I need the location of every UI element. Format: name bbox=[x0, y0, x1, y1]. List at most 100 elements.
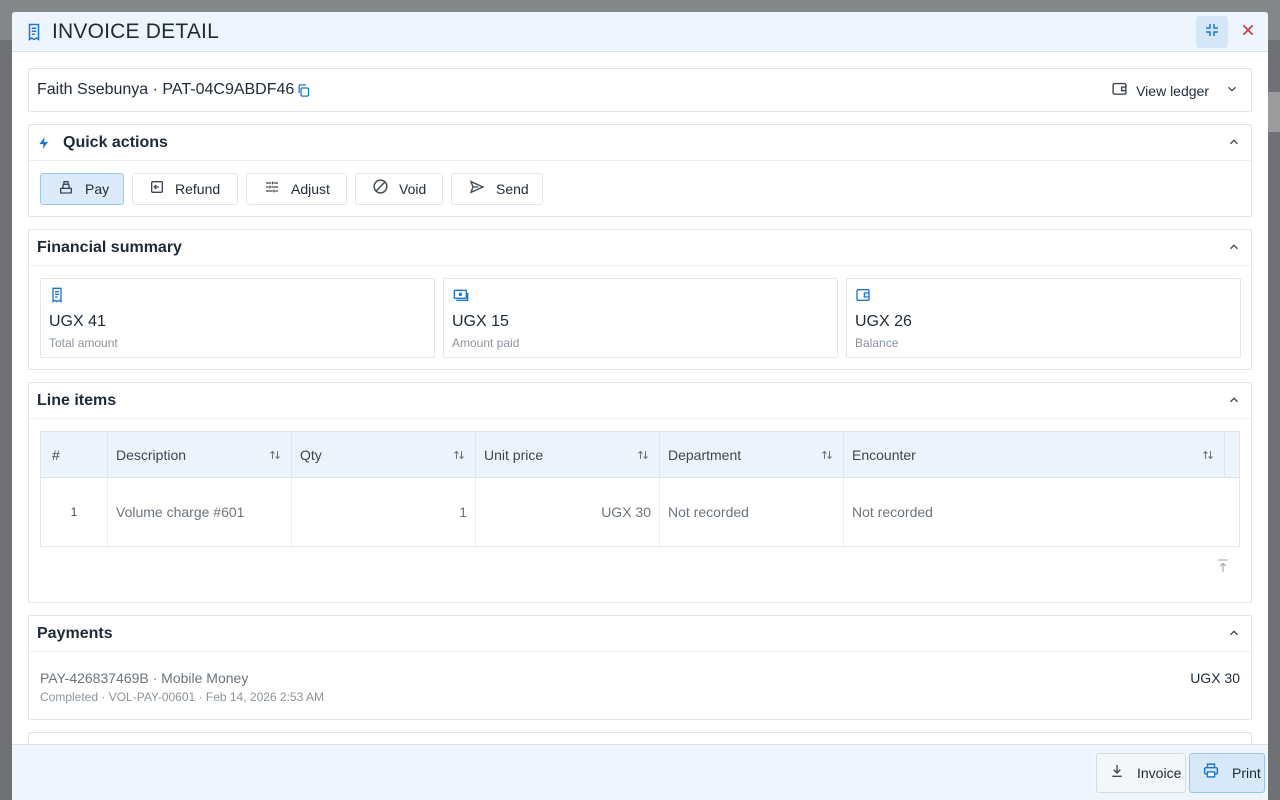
print-icon bbox=[1202, 762, 1220, 784]
adjust-label: Adjust bbox=[291, 181, 330, 197]
cell-index: 1 bbox=[41, 478, 108, 546]
amount-paid-value: UGX 15 bbox=[452, 313, 509, 330]
print-label: Print bbox=[1232, 765, 1261, 781]
quick-actions-toolbar: Pay Refund Adjust Void Send bbox=[29, 161, 1251, 205]
dialog-title: INVOICE DETAIL bbox=[52, 19, 219, 43]
line-items-table: # Description Qty Unit price Department … bbox=[40, 431, 1240, 547]
next-section bbox=[28, 732, 1252, 744]
pay-button[interactable]: Pay bbox=[40, 173, 124, 205]
bolt-icon bbox=[37, 135, 51, 151]
chevron-up-icon[interactable] bbox=[1227, 393, 1241, 412]
patient-bar: Faith Ssebunya · PAT-04C9ABDF46 View led… bbox=[28, 68, 1252, 112]
table-row[interactable]: 1 Volume charge #601 1 UGX 30 Not record… bbox=[41, 478, 1239, 546]
section-title: Line items bbox=[37, 391, 117, 409]
scroll-to-top-icon[interactable] bbox=[1215, 557, 1231, 580]
download-invoice-button[interactable]: Invoice bbox=[1096, 753, 1186, 793]
copy-icon[interactable] bbox=[296, 83, 311, 98]
send-icon bbox=[468, 179, 486, 200]
receipt-icon bbox=[49, 287, 65, 307]
quick-actions-header[interactable]: Quick actions bbox=[29, 125, 1251, 161]
cell-unit-price: UGX 30 bbox=[476, 478, 660, 546]
collapse-icon bbox=[1204, 22, 1220, 43]
line-items-header[interactable]: Line items bbox=[29, 383, 1251, 419]
send-button[interactable]: Send bbox=[451, 173, 543, 205]
download-icon bbox=[1109, 763, 1125, 784]
column-label: Unit price bbox=[484, 447, 544, 463]
column-header-encounter[interactable]: Encounter bbox=[844, 432, 1225, 478]
line-items-section: Line items # Description Qty Unit price … bbox=[28, 382, 1252, 603]
balance-value: UGX 26 bbox=[855, 313, 912, 330]
dialog-footer: Invoice Print bbox=[12, 744, 1268, 800]
total-amount-caption: Total amount bbox=[49, 336, 118, 350]
cash-register-icon bbox=[57, 179, 75, 200]
column-label: Encounter bbox=[852, 447, 916, 463]
invoice-detail-dialog: INVOICE DETAIL Faith Ssebunya · PAT-04C9… bbox=[12, 12, 1268, 800]
pay-label: Pay bbox=[85, 181, 110, 197]
sort-icon[interactable] bbox=[453, 448, 465, 464]
send-label: Send bbox=[496, 181, 529, 197]
collapse-button[interactable] bbox=[1196, 16, 1228, 48]
patient-label: Faith Ssebunya · PAT-04C9ABDF46 bbox=[37, 81, 295, 98]
wallet-icon bbox=[855, 289, 871, 307]
refund-button[interactable]: Refund bbox=[132, 173, 238, 205]
void-label: Void bbox=[399, 181, 427, 197]
column-header-index[interactable]: # bbox=[41, 432, 108, 478]
section-title: Payments bbox=[37, 624, 113, 642]
column-header-department[interactable]: Department bbox=[660, 432, 844, 478]
section-title: Quick actions bbox=[63, 133, 168, 151]
view-ledger-button[interactable]: View ledger bbox=[1111, 77, 1239, 105]
sort-icon[interactable] bbox=[1202, 448, 1214, 464]
dialog-header: INVOICE DETAIL bbox=[12, 12, 1268, 52]
total-amount-tile: UGX 41 Total amount bbox=[40, 278, 435, 358]
column-label: Qty bbox=[300, 447, 322, 463]
balance-tile: UGX 26 Balance bbox=[846, 278, 1241, 358]
cell-department: Not recorded bbox=[660, 478, 844, 546]
financial-summary-section: Financial summary UGX 41 Total amount UG… bbox=[28, 229, 1252, 370]
column-label: Department bbox=[668, 447, 742, 463]
payment-meta: Completed · VOL-PAY-00601 · Feb 14, 2026… bbox=[40, 690, 324, 704]
dialog-content[interactable]: Faith Ssebunya · PAT-04C9ABDF46 View led… bbox=[12, 52, 1268, 744]
chevron-down-icon bbox=[1225, 82, 1239, 101]
invoice-label: Invoice bbox=[1137, 765, 1182, 781]
amount-paid-tile: UGX 15 Amount paid bbox=[443, 278, 838, 358]
close-button[interactable] bbox=[1232, 16, 1264, 48]
close-icon bbox=[1240, 22, 1256, 43]
refund-label: Refund bbox=[175, 181, 221, 197]
financial-summary-header[interactable]: Financial summary bbox=[29, 230, 1251, 266]
chevron-up-icon[interactable] bbox=[1227, 240, 1241, 259]
sort-icon[interactable] bbox=[637, 448, 649, 464]
print-button[interactable]: Print bbox=[1189, 753, 1265, 793]
background-panel-edge bbox=[1268, 92, 1280, 132]
column-label: # bbox=[52, 447, 60, 463]
receipt-icon bbox=[24, 22, 44, 42]
column-header-description[interactable]: Description bbox=[108, 432, 292, 478]
amount-paid-caption: Amount paid bbox=[452, 336, 520, 350]
cell-qty: 1 bbox=[292, 478, 476, 546]
payment-reference: PAY-426837469B · Mobile Money bbox=[40, 670, 249, 686]
payments-header[interactable]: Payments bbox=[29, 616, 1251, 652]
adjust-button[interactable]: Adjust bbox=[246, 173, 347, 205]
sort-icon[interactable] bbox=[269, 448, 281, 464]
column-header-qty[interactable]: Qty bbox=[292, 432, 476, 478]
column-label: Description bbox=[116, 447, 187, 463]
section-title: Financial summary bbox=[37, 238, 182, 256]
chevron-up-icon[interactable] bbox=[1227, 626, 1241, 645]
summary-tiles: UGX 41 Total amount UGX 15 Amount paid U… bbox=[29, 266, 1251, 358]
column-header-unit-price[interactable]: Unit price bbox=[476, 432, 660, 478]
refund-icon bbox=[149, 179, 165, 200]
payments-section: Payments PAY-426837469B · Mobile Money C… bbox=[28, 615, 1252, 720]
sliders-icon bbox=[263, 179, 281, 200]
void-button[interactable]: Void bbox=[355, 173, 443, 205]
chevron-up-icon[interactable] bbox=[1227, 135, 1241, 154]
balance-caption: Balance bbox=[855, 336, 899, 350]
block-icon bbox=[372, 178, 389, 200]
wallet-icon bbox=[1111, 80, 1128, 102]
cell-encounter: Not recorded bbox=[852, 504, 933, 520]
payments-icon bbox=[452, 289, 470, 307]
total-amount-value: UGX 41 bbox=[49, 313, 106, 330]
payment-amount: UGX 30 bbox=[1190, 670, 1240, 686]
sort-icon[interactable] bbox=[821, 448, 833, 464]
view-ledger-label: View ledger bbox=[1136, 83, 1209, 99]
table-header: # Description Qty Unit price Department … bbox=[41, 432, 1239, 478]
cell-description: Volume charge #601 bbox=[108, 478, 292, 546]
